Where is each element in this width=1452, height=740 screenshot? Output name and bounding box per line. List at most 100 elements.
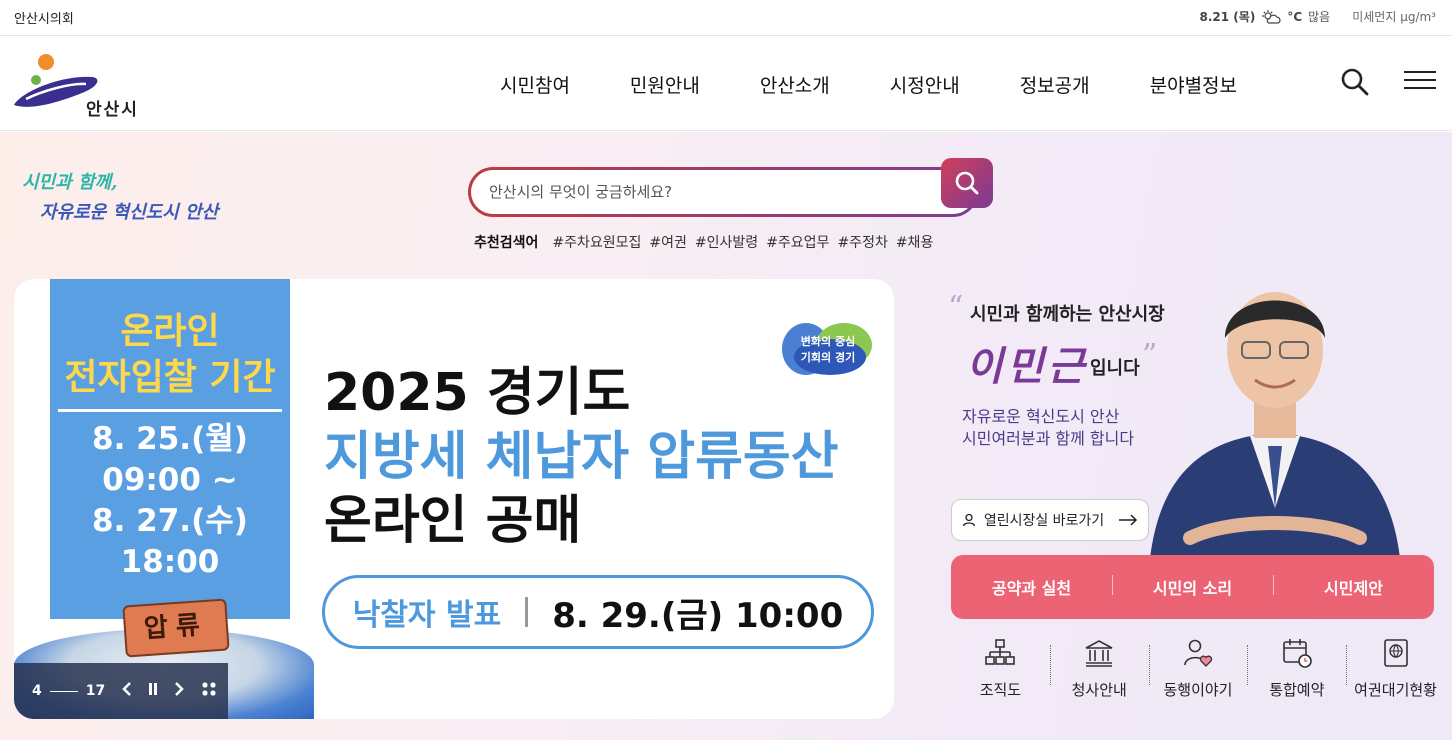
quick-link-label: 통합예약: [1269, 681, 1325, 699]
slide-current: 4: [32, 683, 42, 699]
banner-left-title-line2: 전자입찰 기간: [64, 357, 276, 398]
search-button[interactable]: [941, 158, 993, 208]
calendar-clock-icon: [1282, 639, 1312, 668]
view-all-slides-button[interactable]: [201, 681, 217, 701]
main-nav: 시민참여 민원안내 안산소개 시정안내 정보공개 분야별정보: [470, 37, 1267, 131]
gyeonggi-badge: 변화의 중심 기회의 경기: [780, 319, 876, 379]
quick-link-label: 조직도: [979, 681, 1022, 699]
quick-link-companion-story[interactable]: 동행이야기: [1148, 637, 1248, 707]
search-icon: [1341, 68, 1369, 96]
hamburger-icon: [1404, 71, 1436, 73]
banner-headline1: 2025 경기도: [324, 363, 631, 423]
mayor-tabs: 공약과 실천 시민의 소리 시민제안: [951, 555, 1434, 619]
council-link[interactable]: 안산시의회: [14, 8, 74, 27]
chevron-right-icon: [175, 682, 185, 696]
mayor-title: 시민과 함께하는 안산시장: [970, 304, 1165, 325]
prev-slide-button[interactable]: [121, 681, 133, 701]
slogan-line1: 시민과 함께,: [22, 172, 118, 193]
utility-bar: 안산시의회 8.21 (목) °C 많음 미세먼지 μg/m³: [0, 0, 1452, 36]
search-box: [468, 167, 978, 217]
mayor-office-link-label: 열린시장실 바로가기: [983, 513, 1105, 529]
tab-citizen-proposal[interactable]: 시민제안: [1273, 575, 1434, 599]
quick-links: 조직도 청사안내 동행이야기 통합예약 여권대기현황: [951, 637, 1445, 707]
dust-text: 미세먼지 μg/m³: [1352, 10, 1436, 24]
slider-controls: 4 17: [14, 663, 228, 719]
next-slide-button[interactable]: [173, 681, 185, 701]
keywords-title: 추천검색어: [474, 235, 539, 251]
weather-text: 많음: [1308, 10, 1331, 24]
keyword-link[interactable]: #채용: [896, 232, 934, 252]
pause-icon: [149, 683, 158, 695]
mayor-photo: [1150, 268, 1400, 558]
search-input[interactable]: [489, 183, 889, 201]
mayor-desc-line1: 자유로운 혁신도시 안산: [962, 407, 1120, 426]
date-text: 8.21 (목): [1199, 10, 1256, 24]
nav-city-administration[interactable]: 시정안내: [890, 71, 960, 98]
slogan: 시민과 함께, 자유로운 혁신도시 안산: [22, 168, 232, 228]
header-search-button[interactable]: [1340, 67, 1370, 97]
badge-icon: 변화의 중심 기회의 경기: [782, 323, 872, 375]
quick-link-label: 동행이야기: [1163, 681, 1233, 699]
banner-time2: 18:00: [120, 544, 220, 580]
keyword-link[interactable]: #여권: [649, 232, 687, 252]
banner-left-title-line1: 온라인: [120, 311, 220, 352]
nav-field-info[interactable]: 분야별정보: [1150, 71, 1237, 98]
quote-open-icon: “: [948, 290, 964, 325]
quick-link-building[interactable]: 청사안내: [1049, 637, 1149, 707]
banner-dates: 8. 25.(월) 09:00 ~ 8. 27.(수) 18:00: [50, 419, 290, 583]
quick-link-org-chart[interactable]: 조직도: [951, 637, 1050, 707]
banner-stamp: 압류: [122, 598, 230, 658]
tab-citizen-voice[interactable]: 시민의 소리: [1112, 575, 1273, 599]
chevron-left-icon: [122, 682, 132, 696]
main-visual: 시민과 함께, 자유로운 혁신도시 안산 추천검색어 #주차요원모집 #여권 #…: [0, 132, 1452, 740]
quick-link-passport-status[interactable]: 여권대기현황: [1346, 637, 1445, 707]
quick-link-label: 청사안내: [1071, 681, 1127, 699]
grid-dots-icon: [202, 682, 216, 696]
tab-pledges[interactable]: 공약과 실천: [951, 575, 1112, 599]
nav-about-ansan[interactable]: 안산소개: [760, 71, 830, 98]
banner-divider: [58, 409, 282, 412]
mayor-portrait-icon: [1150, 292, 1400, 558]
user-icon: [962, 513, 975, 527]
logo-text: 안산시: [86, 100, 139, 120]
keyword-link[interactable]: #주정차: [837, 232, 887, 252]
quick-link-reservation[interactable]: 통합예약: [1247, 637, 1346, 707]
passport-icon: [1383, 639, 1408, 667]
temperature-text: °C: [1287, 9, 1303, 24]
badge-line2: 기회의 경기: [801, 350, 855, 364]
mayor-description: 자유로운 혁신도시 안산 시민여러분과 함께 합니다: [962, 406, 1134, 450]
mayor-desc-line2: 시민여러분과 함께 합니다: [962, 429, 1135, 448]
mayor-office-link[interactable]: 열린시장실 바로가기: [951, 499, 1149, 541]
building-icon: [1085, 640, 1113, 667]
nav-civil-service[interactable]: 민원안내: [630, 71, 700, 98]
search-icon: [955, 171, 979, 195]
mayor-suffix: 입니다: [1090, 358, 1140, 379]
recommended-keywords: 추천검색어 #주차요원모집 #여권 #인사발령 #주요업무 #주정차 #채용: [474, 232, 933, 252]
banner-slide[interactable]: 온라인 전자입찰 기간 8. 25.(월) 09:00 ~ 8. 27.(수) …: [14, 279, 894, 719]
banner-left-title: 온라인 전자입찰 기간: [50, 309, 290, 401]
pause-button[interactable]: [147, 681, 159, 701]
org-chart-icon: [985, 639, 1016, 665]
keyword-link[interactable]: #주요업무: [766, 232, 829, 252]
header: 안산시 시민참여 민원안내 안산소개 시정안내 정보공개 분야별정보: [0, 37, 1452, 131]
banner-announcement: 낙찰자 발표 8. 29.(금) 10:00: [322, 575, 874, 649]
menu-button[interactable]: [1404, 71, 1436, 93]
banner-headline3: 온라인 공매: [324, 491, 582, 551]
announcement-label: 낙찰자 발표: [352, 598, 502, 633]
nav-citizen-participation[interactable]: 시민참여: [500, 71, 570, 98]
banner-time1: 09:00 ~: [102, 462, 238, 498]
slide-progress-line: [49, 690, 78, 692]
badge-line1: 변화의 중심: [801, 334, 855, 348]
quote-close-icon: ”: [1142, 338, 1158, 373]
keyword-link[interactable]: #인사발령: [695, 232, 758, 252]
arrow-right-icon: [1119, 514, 1138, 526]
logo[interactable]: 안산시: [12, 53, 152, 120]
banner-date1: 8. 25.(월): [92, 421, 248, 457]
people-heart-icon: [1184, 639, 1213, 667]
slogan-line2: 자유로운 혁신도시 안산: [40, 202, 219, 223]
banner-headline2: 지방세 체납자 압류동산: [324, 427, 839, 487]
keyword-link[interactable]: #주차요원모집: [552, 232, 641, 252]
quick-link-label: 여권대기현황: [1354, 681, 1437, 699]
announcement-date: 8. 29.(금) 10:00: [552, 595, 844, 636]
nav-info-disclosure[interactable]: 정보공개: [1020, 71, 1090, 98]
